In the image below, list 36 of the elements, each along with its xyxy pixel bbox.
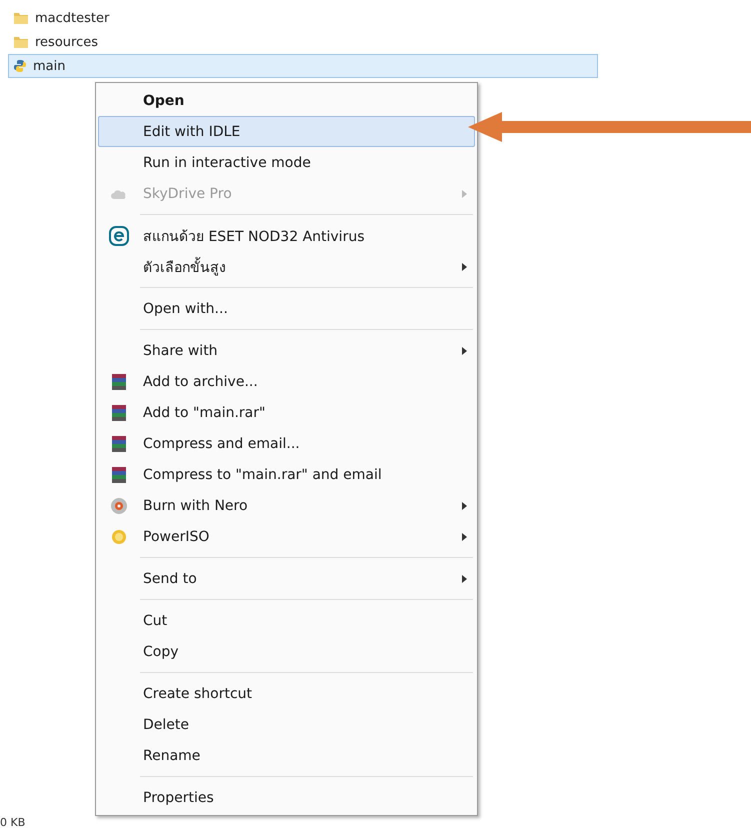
file-item[interactable]: macdtester xyxy=(8,6,598,30)
menu-item[interactable]: Add to archive... xyxy=(98,366,475,397)
menu-item[interactable]: ตัวเลือกขั้นสูง xyxy=(98,251,475,282)
file-item[interactable]: resources xyxy=(8,30,598,54)
menu-item[interactable]: Edit with IDLE xyxy=(98,116,475,147)
menu-item[interactable]: Add to "main.rar" xyxy=(98,397,475,428)
coin-icon xyxy=(111,528,127,544)
menu-item[interactable]: Run in interactive mode xyxy=(98,147,475,178)
archive-books-icon xyxy=(111,372,127,390)
menu-item[interactable]: Burn with Nero xyxy=(98,490,475,521)
folder-icon xyxy=(13,35,29,49)
python-file-icon xyxy=(13,59,27,73)
menu-item[interactable]: PowerISO xyxy=(98,521,475,552)
disc-icon xyxy=(110,496,128,514)
menu-item[interactable]: สแกนด้วย ESET NOD32 Antivirus xyxy=(98,220,475,251)
menu-item[interactable]: Delete xyxy=(98,709,475,740)
archive-books-icon xyxy=(111,466,127,484)
menu-item[interactable]: Open xyxy=(98,85,475,116)
menu-item[interactable]: Open with... xyxy=(98,293,475,324)
cloud-icon xyxy=(111,188,127,200)
archive-books-icon xyxy=(111,404,127,422)
file-size: 0 KB xyxy=(0,816,26,829)
folder-icon xyxy=(13,11,29,25)
menu-item[interactable]: Create shortcut xyxy=(98,678,475,709)
menu-item[interactable]: Share with xyxy=(98,335,475,366)
menu-item[interactable]: Cut xyxy=(98,605,475,636)
menu-item[interactable]: Compress and email... xyxy=(98,428,475,459)
menu-item[interactable]: Rename xyxy=(98,740,475,771)
menu-item[interactable]: Compress to "main.rar" and email xyxy=(98,459,475,490)
menu-item[interactable]: Properties xyxy=(98,782,475,813)
file-item[interactable]: main xyxy=(8,54,598,78)
archive-books-icon xyxy=(111,434,127,452)
menu-item[interactable]: Copy xyxy=(98,636,475,667)
arrow-icon xyxy=(468,112,751,142)
menu-item[interactable]: Send to xyxy=(98,563,475,594)
eset-icon xyxy=(109,226,129,246)
